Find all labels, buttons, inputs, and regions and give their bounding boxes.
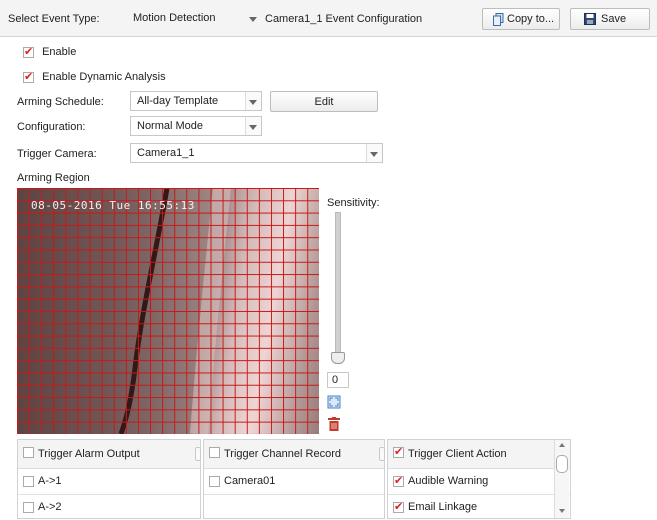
configuration-select[interactable]: Normal Mode (130, 116, 262, 136)
save-label: Save (601, 13, 627, 25)
client-action-checkbox[interactable] (393, 500, 404, 513)
trigger-camera-select[interactable]: Camera1_1 (130, 143, 383, 163)
chevron-down-icon (249, 17, 257, 22)
copy-icon (493, 13, 504, 26)
motion-grid-overlay[interactable] (17, 188, 319, 434)
arming-schedule-label: Arming Schedule: (17, 96, 104, 108)
list-item[interactable]: Audible Warning (388, 469, 570, 495)
client-action-header-label: Trigger Client Action (408, 448, 507, 460)
sensitivity-label: Sensitivity: (327, 197, 380, 209)
channel-record-header-label: Trigger Channel Record (224, 448, 341, 460)
client-action-header[interactable]: Trigger Client Action (388, 440, 570, 469)
list-item-label: Camera01 (224, 475, 276, 487)
fullscreen-icon[interactable] (327, 395, 341, 409)
client-action-checkbox[interactable] (393, 474, 404, 487)
save-icon (584, 13, 596, 25)
dynamic-analysis-checkbox[interactable] (23, 70, 34, 83)
save-button[interactable]: Save (570, 8, 650, 30)
client-action-scrollbar[interactable] (554, 440, 569, 518)
event-type-select[interactable]: Motion Detection (133, 9, 257, 29)
channel-record-header[interactable]: Trigger Channel Record (204, 440, 384, 469)
list-item[interactable]: A->2 (18, 495, 200, 518)
configuration-label: Configuration: (17, 121, 86, 133)
alarm-output-scroll-handle[interactable] (195, 447, 201, 461)
chevron-down-icon (245, 117, 261, 135)
dynamic-analysis-checkbox-row[interactable]: Enable Dynamic Analysis (23, 70, 166, 83)
sensitivity-slider-handle[interactable] (331, 352, 345, 364)
arming-schedule-select[interactable]: All-day Template (130, 91, 262, 111)
list-item[interactable]: Email Linkage (388, 495, 570, 518)
list-item[interactable]: Camera01 (204, 469, 384, 495)
chevron-down-icon (366, 144, 382, 162)
scrollbar-thumb[interactable] (556, 455, 568, 473)
enable-checkbox-row[interactable]: Enable (23, 45, 77, 58)
enable-label: Enable (42, 46, 77, 58)
arming-region-label: Arming Region (17, 172, 90, 184)
copy-to-button[interactable]: Copy to... (482, 8, 560, 30)
edit-label: Edit (314, 96, 334, 108)
trigger-camera-label: Trigger Camera: (17, 148, 97, 160)
channel-record-checkbox[interactable] (209, 476, 220, 487)
alarm-output-all-checkbox[interactable] (23, 447, 34, 458)
edit-schedule-button[interactable]: Edit (270, 91, 378, 112)
arming-region-video[interactable]: 08-05-2016 Tue 16:55:13 (17, 188, 319, 434)
event-type-label: Select Event Type: (8, 13, 100, 25)
copy-to-label: Copy to... (507, 13, 555, 25)
chevron-down-icon[interactable] (559, 509, 565, 513)
client-action-panel: Trigger Client Action Audible Warning Em… (387, 439, 571, 519)
alarm-output-panel: Trigger Alarm Output A->1 A->2 (17, 439, 201, 519)
list-item-label: A->1 (38, 475, 62, 487)
alarm-output-header[interactable]: Trigger Alarm Output (18, 440, 200, 469)
chevron-down-icon (245, 92, 261, 110)
sensitivity-input[interactable]: 0 (327, 372, 349, 388)
chevron-up-icon[interactable] (559, 443, 565, 447)
channel-record-all-checkbox[interactable] (209, 447, 220, 458)
dynamic-analysis-label: Enable Dynamic Analysis (42, 71, 166, 83)
arming-schedule-value: All-day Template (137, 95, 219, 107)
list-item-label: A->2 (38, 501, 62, 513)
delete-icon[interactable] (328, 417, 340, 431)
alarm-output-checkbox[interactable] (23, 476, 34, 487)
channel-record-panel: Trigger Channel Record Camera01 (203, 439, 385, 519)
config-title: Camera1_1 Event Configuration (265, 13, 423, 25)
alarm-output-header-label: Trigger Alarm Output (38, 448, 140, 460)
trigger-camera-value: Camera1_1 (137, 147, 195, 159)
enable-checkbox[interactable] (23, 45, 34, 58)
osd-timestamp: 08-05-2016 Tue 16:55:13 (31, 199, 195, 212)
event-type-value: Motion Detection (133, 12, 216, 24)
client-action-all-checkbox[interactable] (393, 445, 404, 458)
sensitivity-value: 0 (332, 374, 339, 386)
channel-record-scroll-handle[interactable] (379, 447, 385, 461)
list-item-label: Email Linkage (408, 501, 478, 513)
sensitivity-slider-track[interactable] (335, 212, 341, 364)
list-item-label: Audible Warning (408, 475, 489, 487)
configuration-value: Normal Mode (137, 120, 204, 132)
alarm-output-checkbox[interactable] (23, 502, 34, 513)
list-item[interactable]: A->1 (18, 469, 200, 495)
